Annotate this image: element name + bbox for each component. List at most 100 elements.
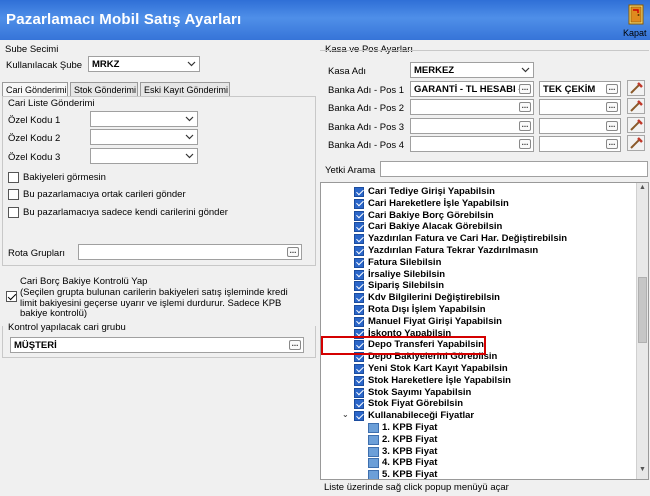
list-square-icon [368, 446, 379, 457]
sube-select-value: MRKZ [92, 59, 120, 70]
checkbox-box [354, 198, 364, 209]
pos4-cekim-field[interactable]: ... [539, 136, 621, 152]
tree-item-label: Stok Fiyat Görebilsin [368, 398, 464, 410]
pos2-cekim-field[interactable]: ... [539, 99, 621, 115]
ozel-kodu-1-select[interactable] [90, 111, 198, 127]
pos2-clear-button[interactable] [627, 98, 645, 114]
tree-item-label: Cari Tediye Girişi Yapabilsin [368, 186, 495, 197]
pos1-clear-button[interactable] [627, 80, 645, 96]
rota-gruplari-label: Rota Grupları [8, 248, 66, 259]
pos1-cekim-value: TEK ÇEKİM [543, 84, 596, 95]
pos1-label: Banka Adı - Pos 1 [328, 85, 405, 96]
checkbox-box [354, 222, 364, 233]
scroll-thumb[interactable] [638, 277, 647, 343]
kasa-adi-select[interactable]: MERKEZ [410, 62, 534, 78]
list-square-icon [368, 470, 379, 479]
yetki-arama-input[interactable] [380, 161, 648, 177]
ellipsis-icon[interactable]: ... [606, 121, 618, 131]
ellipsis-icon[interactable]: ... [519, 102, 531, 112]
checkbox-box [8, 172, 19, 183]
checkbox-box [354, 364, 364, 374]
tree-item-label: Manuel Fiyat Girişi Yapabilsin [368, 315, 502, 327]
kontrol-cari-grubu-value: MÜŞTERİ [14, 340, 57, 351]
ellipsis-icon[interactable]: ... [606, 84, 618, 94]
ozel-kodu-3-select[interactable] [90, 148, 198, 164]
tab-label: Stok Gönderimi [74, 85, 137, 95]
tree-item-label: 2. KPB Fiyat [382, 433, 438, 445]
scroll-down-icon[interactable]: ▼ [637, 466, 648, 478]
close-button[interactable]: Kapat [620, 1, 650, 40]
checkbox-box [354, 411, 364, 422]
pos3-bank-field[interactable]: ... [410, 118, 534, 134]
ellipsis-icon[interactable]: ... [606, 139, 618, 149]
ellipsis-icon[interactable]: ... [519, 139, 531, 149]
pos2-bank-field[interactable]: ... [410, 99, 534, 115]
list-square-icon [368, 434, 379, 445]
tree-item-label: 3. KPB Fiyat [382, 445, 438, 457]
cari-group-title: Cari Liste Gönderimi [8, 98, 95, 109]
tree-item-label: Yazdırılan Fatura Tekrar Yazdırılmasın [368, 245, 539, 256]
pos4-label: Banka Adı - Pos 4 [328, 140, 405, 151]
checkbox-box [8, 189, 19, 200]
checkbox-box [354, 210, 364, 221]
close-button-label: Kapat [623, 28, 647, 38]
kontrol-cari-grubu-field[interactable]: MÜŞTERİ ... [10, 337, 304, 353]
sube-label: Kullanılacak Şube [6, 60, 83, 71]
sube-group-title: Sube Secimi [5, 44, 59, 55]
brush-icon [630, 119, 643, 131]
title-bar: Pazarlamacı Mobil Satış Ayarları Kapat [0, 0, 650, 40]
pos1-bank-field[interactable]: GARANTİ - TL HESABI - ... [410, 81, 534, 97]
tree-item-label: Kullanabileceği Fiyatlar [368, 410, 475, 422]
ozel-kodu-2-label: Özel Kodu 2 [8, 133, 61, 144]
status-bar: Liste üzerinde sağ click popup menüyü aç… [320, 480, 649, 495]
tree-item-label: Cari Bakiye Alacak Görebilsin [368, 221, 503, 233]
tree-item-label: Yeni Stok Kart Kayıt Yapabilsin [368, 363, 508, 374]
kasa-adi-value: MERKEZ [414, 65, 455, 76]
scroll-up-icon[interactable]: ▲ [637, 184, 648, 196]
ellipsis-icon[interactable]: ... [289, 340, 301, 350]
tree-item-label: Kdv Bilgilerini Değiştirebilsin [368, 292, 500, 304]
list-square-icon [368, 423, 379, 433]
ozel-kodu-1-label: Özel Kodu 1 [8, 115, 61, 126]
ellipsis-icon[interactable]: ... [519, 121, 531, 131]
pos3-clear-button[interactable] [627, 117, 645, 133]
checkbox-box [354, 281, 364, 292]
tab-label: Cari Gönderimi [6, 85, 67, 95]
kendi-cariler-checkbox[interactable]: Bu pazarlamacıya sadece kendi carilerini… [8, 207, 308, 219]
chevron-down-icon [185, 116, 194, 122]
pos3-cekim-field[interactable]: ... [539, 118, 621, 134]
status-text: Liste üzerinde sağ click popup menüyü aç… [324, 482, 509, 493]
checkbox-box [8, 207, 19, 218]
tree-item-label: 5. KPB Fiyat [382, 469, 438, 480]
checkbox-box [354, 375, 364, 386]
borc-bakiye-checkbox[interactable] [6, 291, 20, 303]
tab-eski-kayit-gonderimi[interactable]: Eski Kayıt Gönderimi [140, 82, 230, 96]
pos1-cekim-field[interactable]: TEK ÇEKİM ... [539, 81, 621, 97]
ellipsis-icon[interactable]: ... [287, 247, 299, 257]
rota-gruplari-field[interactable]: ... [78, 244, 302, 260]
chevron-down-icon [185, 153, 194, 159]
checkbox-box [354, 269, 364, 280]
ortak-cariler-checkbox[interactable]: Bu pazarlamacıya ortak carileri gönder [8, 189, 268, 201]
pos4-bank-field[interactable]: ... [410, 136, 534, 152]
chevron-down-icon [187, 61, 196, 67]
ellipsis-icon[interactable]: ... [519, 84, 531, 94]
borc-bakiye-title: Cari Borç Bakiye Kontrolü Yap [20, 276, 148, 287]
sube-select[interactable]: MRKZ [88, 56, 200, 72]
checkbox-box [6, 291, 17, 302]
pos4-clear-button[interactable] [627, 135, 645, 151]
borc-bakiye-desc-1: (Seçilen grupta bulunan carilerin bakiye… [20, 287, 288, 298]
ellipsis-icon[interactable]: ... [606, 102, 618, 112]
tree-item-label: İrsaliye Silebilsin [368, 268, 446, 280]
yetki-tree[interactable]: Cari Tediye Girişi Yapabilsin Cari Hareke… [320, 182, 649, 480]
chevron-down-icon [185, 134, 194, 140]
bakiyeleri-gormesin-checkbox[interactable]: Bakiyeleri görmesin [8, 172, 208, 184]
checkbox-label: Bakiyeleri görmesin [23, 172, 106, 183]
brush-icon [630, 137, 643, 149]
ozel-kodu-2-select[interactable] [90, 129, 198, 145]
expand-arrow-icon[interactable]: ⌄ [342, 410, 349, 419]
pos2-label: Banka Adı - Pos 2 [328, 103, 405, 114]
tab-cari-gonderimi[interactable]: Cari Gönderimi [2, 82, 68, 97]
tab-stok-gonderimi[interactable]: Stok Gönderimi [70, 82, 138, 96]
tree-item-label: Rota Dışı İşlem Yapabilsin [368, 304, 486, 315]
